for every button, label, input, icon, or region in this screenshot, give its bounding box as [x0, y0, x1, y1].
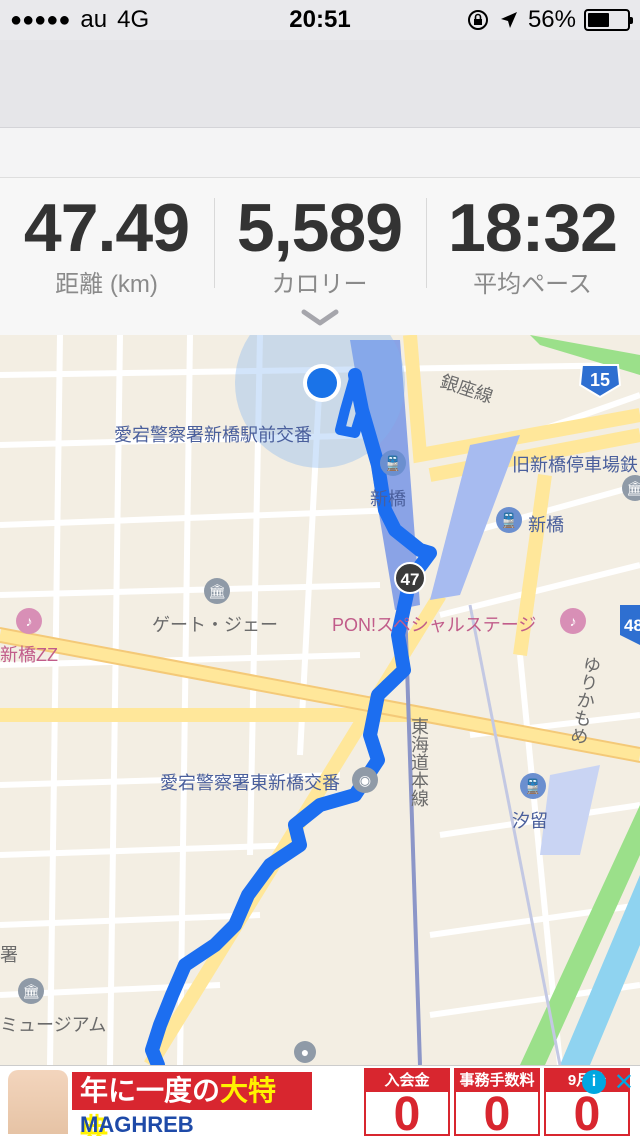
ad-offer-box: 事務手数料 0	[454, 1068, 540, 1136]
ad-headline: 年に一度の大特典!	[72, 1072, 312, 1136]
navigation-bar	[0, 40, 640, 128]
ad-close-icon[interactable]: ✕	[614, 1068, 634, 1097]
train-station-icon[interactable]: 🚆	[520, 773, 546, 799]
poi-label[interactable]: 愛宕警察署東新橋交番	[160, 769, 340, 795]
battery-icon	[584, 9, 633, 31]
station-label[interactable]: 新橋	[370, 485, 406, 511]
distance-value: 47.49	[23, 190, 190, 266]
poi-label[interactable]: ゲート・ジェー	[152, 611, 278, 637]
poi-label[interactable]: 新橋ZZ	[0, 641, 58, 667]
ad-headline-pre: 年に一度の	[80, 1075, 221, 1106]
poi-label[interactable]: ミュージアム	[0, 1011, 106, 1037]
police-icon[interactable]: ◉	[352, 767, 378, 793]
ad-offer-box: 入会金 0	[364, 1068, 450, 1136]
stat-distance: 47.49 距離 (km)	[0, 192, 213, 299]
ad-info-icon[interactable]: i	[582, 1070, 606, 1094]
poi-label[interactable]: 愛宕警察署新橋駅前交番	[114, 421, 312, 447]
station-label[interactable]: 汐留	[512, 807, 548, 833]
building-icon[interactable]: 🏛	[18, 978, 44, 1004]
orientation-lock-icon	[467, 10, 488, 30]
station-label[interactable]: 新橋	[528, 511, 564, 537]
location-arrow-icon	[500, 12, 517, 28]
chevron-down-icon[interactable]	[300, 308, 340, 328]
status-bar: ●●●●● au 4G 20:51 56%	[0, 0, 640, 40]
ad-offer-value: 0	[393, 1088, 421, 1136]
status-right: 56%	[466, 6, 633, 34]
train-station-icon[interactable]: 🚆	[380, 450, 406, 476]
pace-label: 平均ペース	[473, 271, 592, 298]
route-map[interactable]: 47 15 48 愛宕警察署新橋駅前交番 銀座線 旧新橋停車場鉄 🚆 新橋 🚆 …	[0, 335, 640, 1065]
sub-toolbar	[0, 128, 640, 178]
calories-value: 5,589	[236, 190, 403, 266]
rail-line-label: 東海道本線	[409, 717, 429, 807]
current-location-dot	[307, 368, 337, 398]
route-km-marker-label: 47	[401, 570, 420, 589]
stat-pace: 18:32 平均ペース	[426, 192, 639, 299]
pace-value: 18:32	[448, 190, 618, 266]
map-pin-icon[interactable]: ●	[294, 1041, 316, 1063]
distance-label: 距離 (km)	[55, 271, 158, 298]
ad-banner[interactable]: 年に一度の大特典! MAGHREB 入会金 0 事務手数料 0 9月分 0 i …	[0, 1065, 640, 1136]
ad-offer-value: 0	[483, 1088, 511, 1136]
map-canvas: 47 15 48	[0, 335, 640, 1065]
highway-shield-label: 15	[590, 370, 610, 390]
calories-label: カロリー	[271, 271, 368, 298]
building-icon[interactable]: 🏛	[204, 578, 230, 604]
battery-percent: 56%	[527, 6, 576, 33]
music-note-icon[interactable]: ♪	[16, 608, 42, 634]
music-note-icon[interactable]: ♪	[560, 608, 586, 634]
ad-brand-logo: MAGHREB	[80, 1112, 194, 1136]
poi-label[interactable]: PON!スペシャルステージ	[332, 611, 536, 637]
poi-label[interactable]: 旧新橋停車場鉄	[512, 451, 638, 477]
stat-calories: 5,589 カロリー	[213, 192, 426, 299]
poi-label[interactable]: 署	[0, 941, 18, 967]
ad-model-image	[8, 1070, 68, 1134]
ad-offer-value: 0	[573, 1088, 601, 1136]
battery-level	[588, 13, 610, 27]
train-station-icon[interactable]: 🚆	[496, 507, 522, 533]
highway-shield-label: 48	[624, 616, 640, 635]
